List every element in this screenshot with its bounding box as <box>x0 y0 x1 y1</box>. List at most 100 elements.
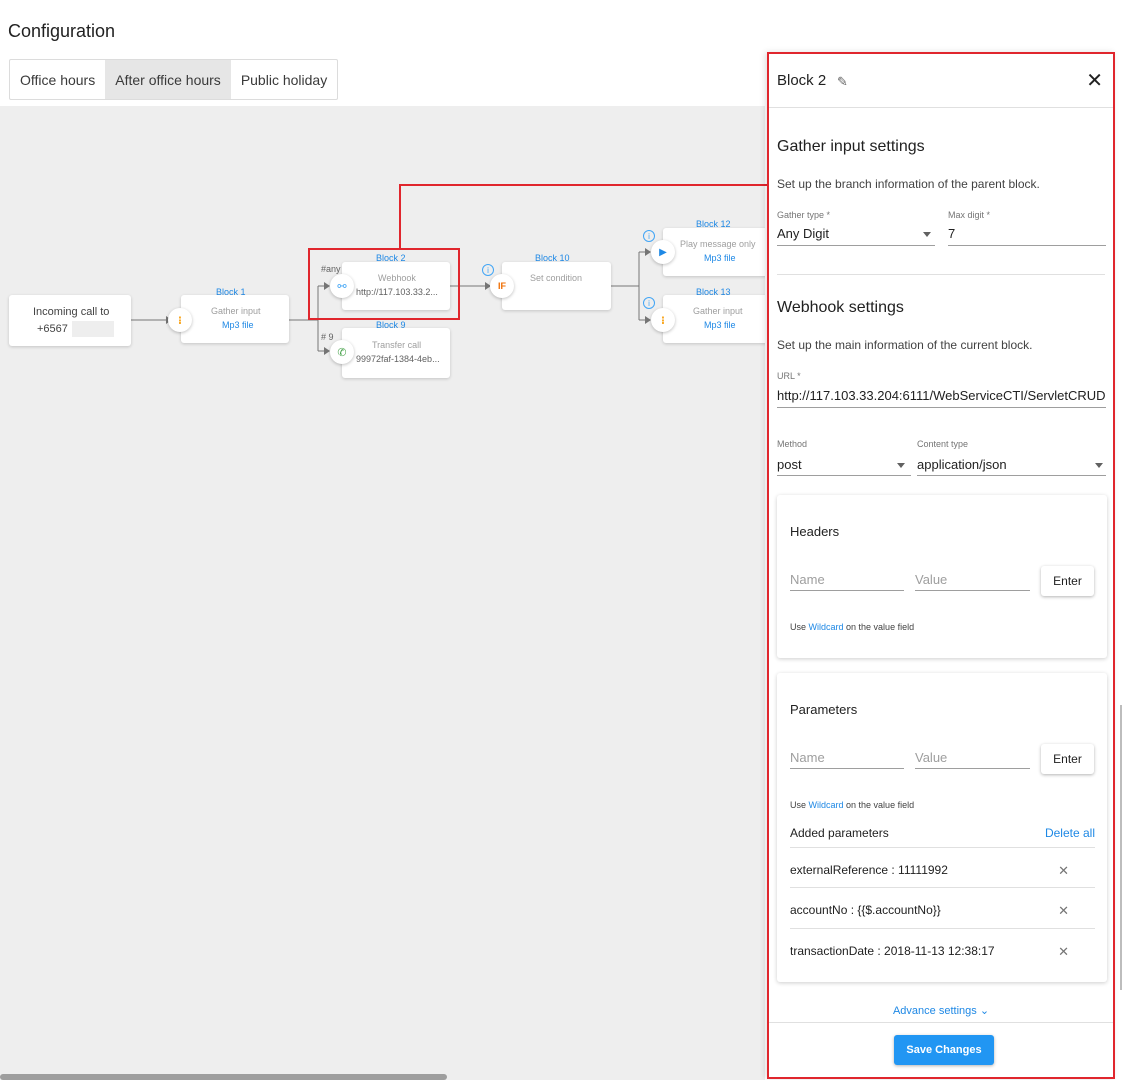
block1-type: Gather input <box>211 306 261 316</box>
gather-type-label: Gather type * <box>777 210 831 220</box>
canvas-horizontal-scrollbar[interactable] <box>0 1074 447 1080</box>
gather-settings-desc: Set up the branch information of the par… <box>777 177 1040 191</box>
incoming-label: Incoming call to <box>33 306 110 318</box>
gather-input-icon: ⁝ <box>651 308 675 332</box>
url-label: URL * <box>777 371 801 381</box>
remove-parameter-icon[interactable]: ✕ <box>1058 903 1069 919</box>
content-type-underline <box>917 475 1106 476</box>
gather-type-underline <box>777 245 935 246</box>
masked-number <box>71 321 114 337</box>
added-parameters-title: Added parameters <box>790 826 889 840</box>
block10-type: Set condition <box>530 273 583 283</box>
page-title: Configuration <box>8 21 116 41</box>
advance-settings-toggle[interactable]: Advance settings ⌄ <box>769 1004 1113 1017</box>
param-name-underline <box>790 768 904 769</box>
param-name-input[interactable]: Name <box>790 750 825 765</box>
block12-file[interactable]: Mp3 file <box>704 253 736 263</box>
wildcard-link[interactable]: Wildcard <box>809 800 844 810</box>
header-value-underline <box>915 590 1030 591</box>
parameter-text: externalReference : 11111992 <box>790 863 948 877</box>
block13-type: Gather input <box>693 306 743 316</box>
max-digit-underline <box>948 245 1106 246</box>
chevron-down-icon[interactable] <box>897 463 905 468</box>
block10-info-icon[interactable]: i <box>482 264 494 276</box>
block9-edge-label: # 9 <box>321 332 334 342</box>
chevron-down-icon[interactable] <box>1095 463 1103 468</box>
panel-footer: Save Changes <box>769 1022 1113 1077</box>
headers-hint: Use Wildcard on the value field <box>790 622 915 632</box>
close-icon[interactable]: ✕ <box>1086 68 1103 93</box>
headers-title: Headers <box>790 524 840 539</box>
content-type-label: Content type <box>917 439 969 449</box>
headers-card: Headers Name Value Enter Use Wildcard on… <box>777 495 1107 658</box>
panel-header: Block 2 ✎ ✕ <box>769 54 1113 108</box>
play-icon: ▶ <box>651 240 675 264</box>
parameters-title: Parameters <box>790 702 858 717</box>
block10-node[interactable]: Set condition <box>502 262 611 310</box>
header-name-underline <box>790 590 904 591</box>
remove-parameter-icon[interactable]: ✕ <box>1058 863 1069 879</box>
block12-info-icon[interactable]: i <box>643 230 655 242</box>
content-type-select[interactable]: application/json <box>917 457 1087 472</box>
page-vertical-scrollbar[interactable] <box>1120 705 1122 990</box>
incoming-number: +6567 <box>37 321 114 337</box>
parameter-text: accountNo : {{$.accountNo}} <box>790 903 941 917</box>
block-settings-panel: Block 2 ✎ ✕ Gather input settings Set up… <box>767 52 1115 1079</box>
max-digit-input[interactable]: 7 <box>948 226 1098 241</box>
block2-type: Webhook <box>378 273 416 283</box>
param-value-underline <box>915 768 1030 769</box>
parameter-text: transactionDate : 2018-11-13 12:38:17 <box>790 944 995 958</box>
block13-file[interactable]: Mp3 file <box>704 320 736 330</box>
header-value-input[interactable]: Value <box>915 572 947 587</box>
block1-node[interactable]: Gather input Mp3 file <box>181 295 289 343</box>
webhook-settings-title: Webhook settings <box>777 299 904 316</box>
parameter-row: externalReference : 11111992 ✕ <box>790 847 1095 887</box>
block2-url: http://117.103.33.2... <box>356 287 438 297</box>
block2-node[interactable]: Webhook http://117.103.33.2... <box>342 262 450 310</box>
parameter-row: transactionDate : 2018-11-13 12:38:17 ✕ <box>790 928 1095 968</box>
chevron-down-icon[interactable] <box>923 232 931 237</box>
gather-type-select[interactable]: Any Digit <box>777 226 927 241</box>
param-enter-button[interactable]: Enter <box>1041 744 1094 774</box>
row-divider <box>790 847 1095 848</box>
max-digit-label: Max digit * <box>948 210 991 220</box>
tab-after-office-hours[interactable]: After office hours <box>105 60 231 99</box>
url-input[interactable]: http://117.103.33.204:6111/WebServiceCTI… <box>777 388 1106 403</box>
webhook-icon: ⚯ <box>330 274 354 298</box>
phone-icon: ✆ <box>330 340 354 364</box>
header-enter-button[interactable]: Enter <box>1041 566 1094 596</box>
method-label: Method <box>777 439 808 449</box>
save-changes-button[interactable]: Save Changes <box>894 1035 994 1065</box>
block9-target: 99972faf-1384-4eb... <box>356 354 440 364</box>
block9-node[interactable]: Transfer call 99972faf-1384-4eb... <box>342 328 450 378</box>
block12-type: Play message only <box>680 239 756 249</box>
remove-parameter-icon[interactable]: ✕ <box>1058 944 1069 960</box>
block1-file[interactable]: Mp3 file <box>222 320 254 330</box>
tab-public-holiday[interactable]: Public holiday <box>231 60 337 99</box>
url-underline <box>777 407 1106 408</box>
parameter-row: accountNo : {{$.accountNo}} ✕ <box>790 887 1095 927</box>
block12-node[interactable]: Play message only Mp3 file <box>663 228 765 276</box>
schedule-tabs: Office hours After office hours Public h… <box>9 59 339 100</box>
header-name-input[interactable]: Name <box>790 572 825 587</box>
edit-pencil-icon[interactable]: ✎ <box>837 74 848 90</box>
condition-icon: IF <box>490 274 514 298</box>
wildcard-link[interactable]: Wildcard <box>809 622 844 632</box>
row-divider <box>790 928 1095 929</box>
block13-node[interactable]: Gather input Mp3 file <box>663 295 765 343</box>
parameters-hint: Use Wildcard on the value field <box>790 800 915 810</box>
chevron-down-icon: ⌄ <box>979 1005 990 1017</box>
gather-input-icon: ⁝ <box>168 308 192 332</box>
block13-info-icon[interactable]: i <box>643 297 655 309</box>
flow-canvas[interactable]: Incoming call to +6567 Block 1 Gather in… <box>0 106 765 1080</box>
parameters-card: Parameters Name Value Enter Use Wildcard… <box>777 673 1107 982</box>
block9-type: Transfer call <box>372 340 422 350</box>
section-divider <box>777 274 1105 275</box>
panel-title: Block 2 <box>777 72 827 89</box>
delete-all-link[interactable]: Delete all <box>1045 826 1095 840</box>
method-underline <box>777 475 911 476</box>
method-select[interactable]: post <box>777 457 887 472</box>
param-value-input[interactable]: Value <box>915 750 947 765</box>
tab-office-hours[interactable]: Office hours <box>10 60 105 99</box>
incoming-call-node[interactable]: Incoming call to +6567 <box>9 295 131 346</box>
